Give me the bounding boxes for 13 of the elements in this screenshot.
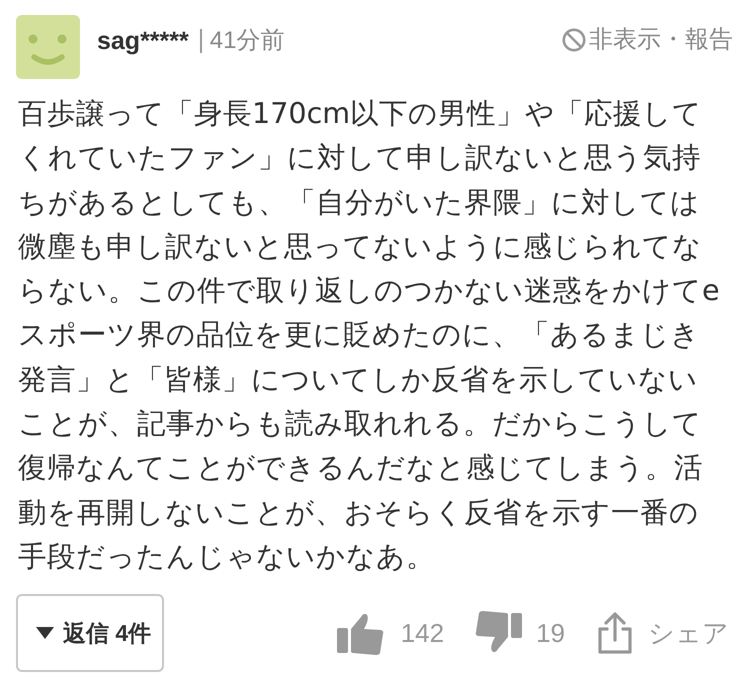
share-icon: [597, 612, 633, 654]
dislike-button[interactable]: 19: [474, 611, 565, 656]
caret-icon: [36, 627, 54, 640]
username[interactable]: sag*****: [97, 26, 189, 56]
prohibited-icon: [562, 28, 586, 52]
hide-report-link[interactable]: 非表示・報告: [562, 26, 733, 55]
replies-button[interactable]: 返信 4件: [16, 594, 164, 672]
like-button[interactable]: 142: [336, 611, 444, 656]
comment-text: 百歩譲って「身長170cm以下の男性」や「応援してくれていたファン」に対して申し訳ないと思う気持ちがあるとしても、「自分がいた界隈」に対しては微塵も申し訳ないと思ってないように感じられてならない。この件で取り返しのつかない迷惑をかけてeスポーツ界の品位を更に貶めたのに、「あるまじき発言」と「皆様」についてしか反省を示していないことが、記事からも読み取れれる。だからこうして復帰なんてことができるんだなと感じてしまう。活動を再開しないことが、おそらく反省を示す一番の手段だったんじゃないかなあ。: [18, 95, 721, 575]
share-button[interactable]: シェア: [597, 612, 729, 654]
thumbs-up-icon: [336, 611, 385, 656]
smiley-avatar-icon: [16, 15, 80, 79]
post-time: 41分前: [200, 29, 284, 53]
